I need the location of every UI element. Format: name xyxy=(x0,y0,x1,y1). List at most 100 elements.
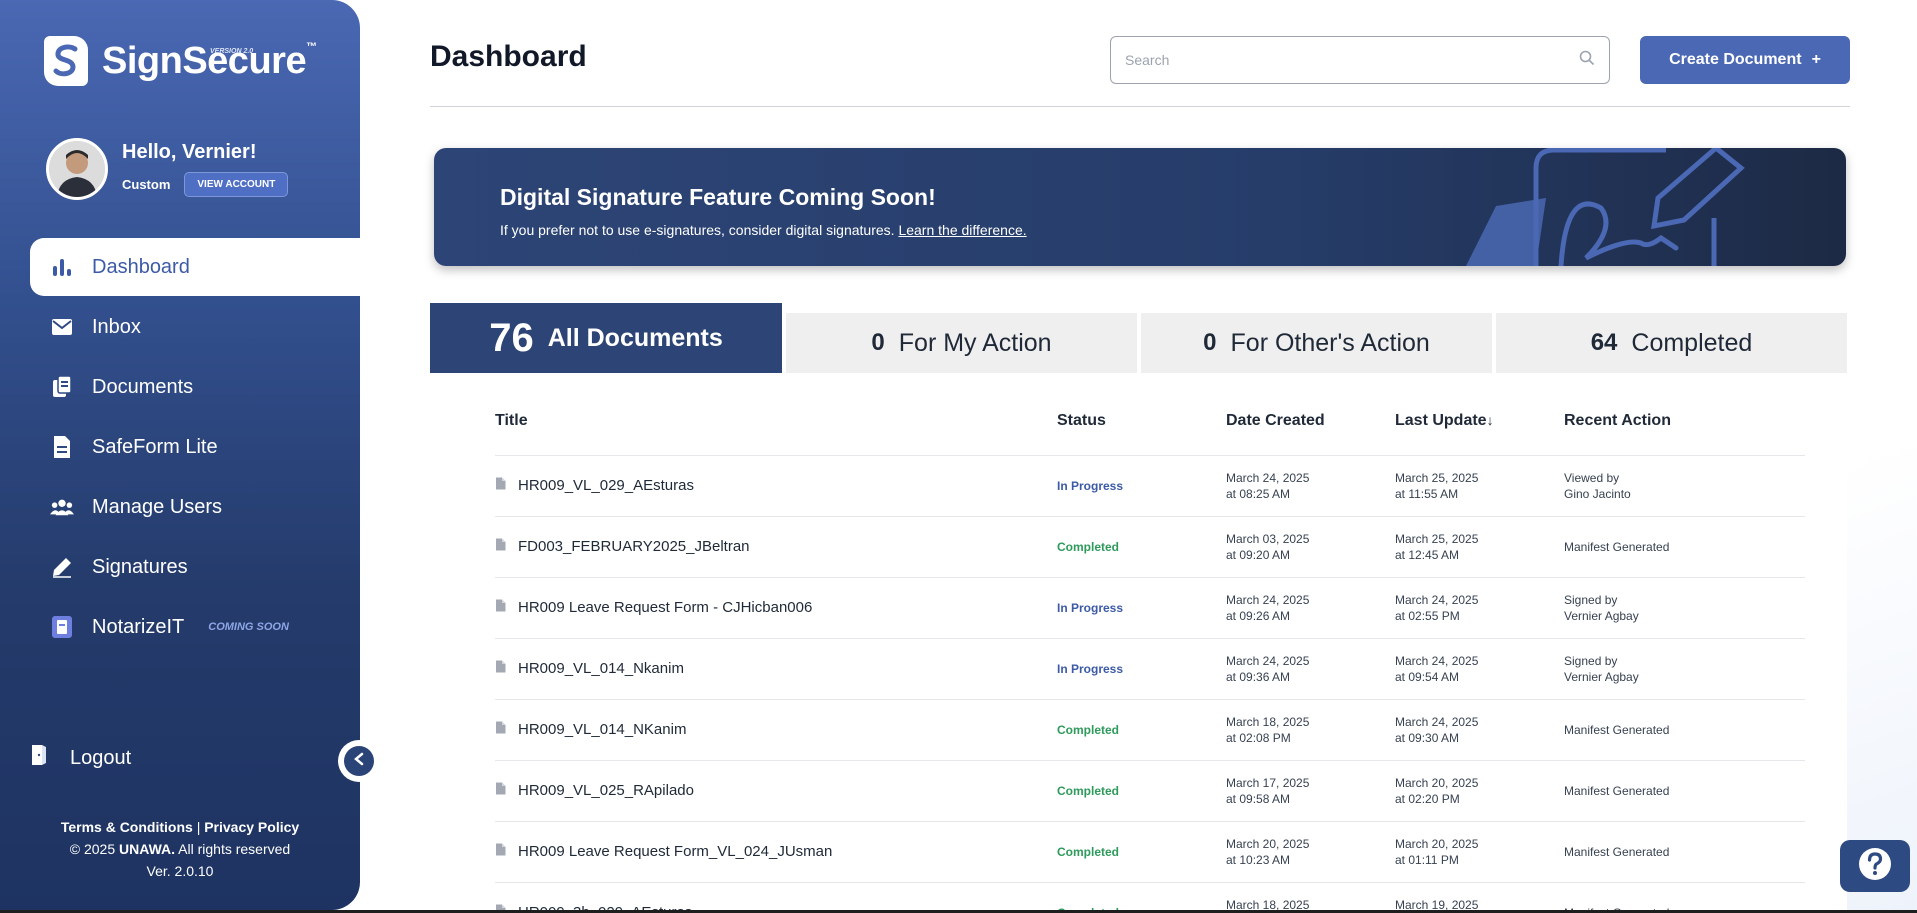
tab-label: For Other's Action xyxy=(1230,328,1430,357)
document-title-cell[interactable]: HR009_VL_025_RApilado xyxy=(495,760,1057,822)
sidebar-item-label: NotarizeIT xyxy=(92,615,185,638)
document-title-cell[interactable]: HR009_VL_029_AEsturas xyxy=(495,455,1057,517)
sidebar-item-safeform-lite[interactable]: SafeForm Lite xyxy=(30,418,360,476)
create-document-label: Create Document xyxy=(1669,51,1802,68)
table-row[interactable]: HR009_3b_029_AEsturasCompletedMarch 18, … xyxy=(495,882,1805,913)
document-icon xyxy=(495,660,506,677)
pen-icon xyxy=(50,555,74,579)
document-icon xyxy=(495,843,506,860)
date-created-cell: March 24, 2025 at 08:25 AM xyxy=(1226,455,1395,517)
sidebar-item-dashboard[interactable]: Dashboard xyxy=(30,238,360,296)
sidebar-item-label: Inbox xyxy=(92,315,141,338)
sidebar-item-signatures[interactable]: Signatures xyxy=(30,538,360,596)
column-header-date-created[interactable]: Date Created xyxy=(1226,373,1395,456)
tab-completed[interactable]: 64 Completed xyxy=(1496,313,1847,373)
recent-action-cell: Manifest Generated xyxy=(1564,760,1805,822)
status-badge: Completed xyxy=(1057,821,1226,883)
table-row[interactable]: HR009_VL_014_Nkanim In Progress March 24, … xyxy=(495,638,1805,700)
coming-soon-badge: COMING SOON xyxy=(208,621,289,633)
date-created-cell: March 03, 2025 at 09:20 AM xyxy=(1226,516,1395,578)
document-title: HR009 Leave Request Form - CJHicban006 xyxy=(518,598,813,616)
table-row[interactable]: FD003_FEBRUARY2025_JBeltran Completed Marc… xyxy=(495,516,1805,578)
column-header-last-update[interactable]: Last Update↓ xyxy=(1395,373,1564,456)
documents-icon xyxy=(50,375,74,399)
tab-label: Completed xyxy=(1631,328,1753,357)
column-header-recent-action[interactable]: Recent Action xyxy=(1564,373,1805,456)
sort-descending-icon: ↓ xyxy=(1486,411,1494,428)
table-row[interactable]: HR009 Leave Request Form - CJHicban006 In… xyxy=(495,577,1805,639)
privacy-link[interactable]: Privacy Policy xyxy=(204,819,299,835)
search-icon[interactable] xyxy=(1579,50,1595,71)
sidebar-item-label: Dashboard xyxy=(92,255,190,278)
collapse-sidebar-button[interactable] xyxy=(338,740,380,782)
document-icon xyxy=(495,721,506,738)
date-created-cell: March 20, 2025 at 10:23 AM xyxy=(1226,821,1395,883)
learn-difference-link[interactable]: Learn the difference. xyxy=(898,222,1026,238)
mail-icon xyxy=(50,315,74,339)
app-logo[interactable]: SignSecure™ xyxy=(44,36,317,86)
table-row[interactable]: HR009_VL_014_NKanim Completed March 18, 20… xyxy=(495,699,1805,761)
plus-icon: + xyxy=(1811,51,1821,68)
sidebar-item-documents[interactable]: Documents xyxy=(30,358,360,416)
document-title-cell[interactable]: HR009_VL_014_Nkanim xyxy=(495,638,1057,700)
avatar[interactable] xyxy=(46,138,108,200)
bar-chart-icon xyxy=(50,255,74,279)
last-update-cell: March 25, 2025 at 11:55 AM xyxy=(1395,455,1564,517)
sidebar-item-notarizeit[interactable]: NotarizeIT COMING SOON xyxy=(30,598,360,656)
date-created-cell: March 24, 2025 at 09:26 AM xyxy=(1226,577,1395,639)
table-row[interactable]: HR009 Leave Request Form_VL_024_JUsman Co… xyxy=(495,821,1805,883)
view-account-button[interactable]: VIEW ACCOUNT xyxy=(184,172,289,197)
documents-table-panel: Title Status Date Created Last Update↓ R… xyxy=(430,373,1847,913)
tab-for-my-action[interactable]: 0 For My Action xyxy=(786,313,1137,373)
column-header-title[interactable]: Title xyxy=(495,373,1057,456)
chevron-left-icon xyxy=(353,752,365,771)
document-title-cell[interactable]: HR009 Leave Request Form - CJHicban006 xyxy=(495,577,1057,639)
search-input[interactable] xyxy=(1125,52,1579,68)
status-badge: Completed xyxy=(1057,699,1226,761)
terms-link[interactable]: Terms & Conditions xyxy=(61,819,193,835)
date-created-cell: March 18, 2025at 11:02 AM xyxy=(1226,882,1395,913)
logout-icon xyxy=(30,744,48,772)
tab-all-documents[interactable]: 76 All Documents xyxy=(430,303,782,373)
tab-count: 76 xyxy=(489,315,534,360)
footer-separator: | xyxy=(196,819,201,835)
copyright-text: © 2025 UNAWA. All rights reserved xyxy=(69,841,291,857)
page-title: Dashboard xyxy=(430,40,587,73)
sidebar-item-label: Signatures xyxy=(92,555,188,578)
search-box[interactable] xyxy=(1110,36,1610,84)
banner-title: Digital Signature Feature Coming Soon! xyxy=(500,184,936,210)
document-title-cell[interactable]: HR009_3b_029_AEsturas xyxy=(495,882,1057,913)
users-icon xyxy=(50,495,74,519)
table-row[interactable]: HR009_VL_029_AEsturas In Progress March 24… xyxy=(495,455,1805,517)
recent-action-cell: Viewed by Gino Jacinto xyxy=(1564,455,1805,517)
signature-illustration-icon xyxy=(1466,148,1745,266)
table-header-row: Title Status Date Created Last Update↓ R… xyxy=(495,373,1805,456)
tab-label: For My Action xyxy=(898,328,1052,357)
document-title-cell[interactable]: FD003_FEBRUARY2025_JBeltran xyxy=(495,516,1057,578)
logout-button[interactable]: Logout xyxy=(30,744,131,772)
tab-label: All Documents xyxy=(547,323,723,352)
create-document-button[interactable]: Create Document + xyxy=(1640,36,1850,84)
document-title-cell[interactable]: HR009 Leave Request Form_VL_024_JUsman xyxy=(495,821,1057,883)
last-update-cell: March 19, 2025at 10:15 AM xyxy=(1395,882,1564,913)
document-title-cell[interactable]: HR009_VL_014_NKanim xyxy=(495,699,1057,761)
date-created-cell: March 17, 2025 at 09:58 AM xyxy=(1226,760,1395,822)
help-chat-button[interactable] xyxy=(1840,840,1910,892)
last-update-cell: March 25, 2025 at 12:45 AM xyxy=(1395,516,1564,578)
document-title: FD003_FEBRUARY2025_JBeltran xyxy=(518,537,750,555)
last-update-cell: March 20, 2025 at 01:11 PM xyxy=(1395,821,1564,883)
tab-count: 0 xyxy=(871,329,885,356)
sidebar-item-manage-users[interactable]: Manage Users xyxy=(30,478,360,536)
last-update-cell: March 24, 2025 at 09:54 AM xyxy=(1395,638,1564,700)
logout-label: Logout xyxy=(70,746,132,769)
date-created-cell: March 24, 2025 at 09:36 AM xyxy=(1226,638,1395,700)
greeting-text: Hello, Vernier! xyxy=(122,141,257,163)
table-row[interactable]: HR009_VL_025_RApilado Completed March 17, … xyxy=(495,760,1805,822)
tab-for-others-action[interactable]: 0 For Other's Action xyxy=(1141,313,1492,373)
date-created-cell: March 18, 2025 at 02:08 PM xyxy=(1226,699,1395,761)
status-badge: In Progress xyxy=(1057,577,1226,639)
notarize-icon xyxy=(50,615,74,639)
column-header-status[interactable]: Status xyxy=(1057,373,1226,456)
last-update-cell: March 24, 2025 at 09:30 AM xyxy=(1395,699,1564,761)
sidebar-item-inbox[interactable]: Inbox xyxy=(30,298,360,356)
